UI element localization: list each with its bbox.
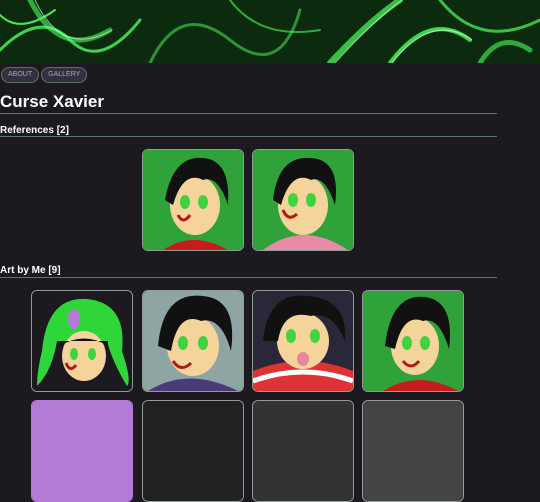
references-divider bbox=[0, 136, 497, 137]
art-thumbnail[interactable] bbox=[362, 400, 464, 502]
top-nav: ABOUT GALLERY bbox=[1, 67, 88, 83]
art-thumbnail[interactable] bbox=[31, 400, 133, 502]
title-divider bbox=[0, 113, 497, 114]
banner-art bbox=[0, 0, 540, 63]
character-portrait-image bbox=[32, 291, 132, 391]
gallery-button[interactable]: GALLERY bbox=[41, 67, 88, 83]
character-portrait-image bbox=[363, 291, 463, 391]
art-divider bbox=[0, 277, 497, 278]
art-thumbnail[interactable] bbox=[252, 290, 354, 392]
character-portrait-image bbox=[253, 401, 353, 501]
page-title: Curse Xavier bbox=[0, 92, 104, 111]
reference-thumbnail[interactable] bbox=[142, 149, 244, 251]
art-thumbnail[interactable] bbox=[362, 290, 464, 392]
header-banner bbox=[0, 0, 540, 63]
character-portrait-image bbox=[253, 291, 353, 391]
character-portrait-image bbox=[32, 401, 132, 501]
art-thumbnail[interactable] bbox=[252, 400, 354, 502]
art-thumbnail[interactable] bbox=[31, 290, 133, 392]
character-portrait-image bbox=[143, 401, 243, 501]
character-portrait-image bbox=[253, 150, 353, 250]
character-portrait-image bbox=[143, 150, 243, 250]
reference-thumbnail[interactable] bbox=[252, 149, 354, 251]
references-heading: References [2] bbox=[0, 125, 69, 136]
character-portrait-image bbox=[143, 291, 243, 391]
art-thumbnail[interactable] bbox=[142, 290, 244, 392]
art-thumbnail[interactable] bbox=[142, 400, 244, 502]
about-button[interactable]: ABOUT bbox=[1, 67, 40, 83]
character-portrait-image bbox=[363, 401, 463, 501]
art-heading: Art by Me [9] bbox=[0, 265, 61, 276]
